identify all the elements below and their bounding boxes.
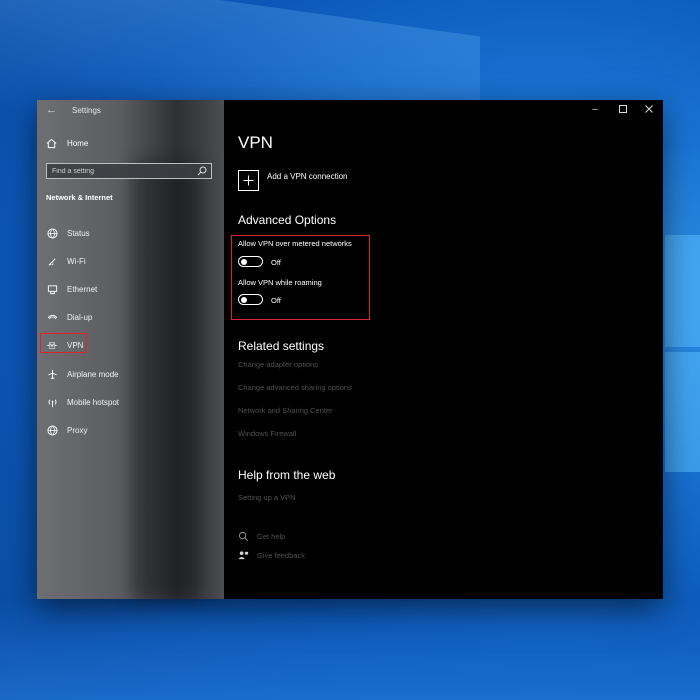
add-vpn-button[interactable] xyxy=(238,170,259,191)
sidebar-item-label: Wi-Fi xyxy=(67,256,86,266)
sidebar-item-label: Proxy xyxy=(67,425,88,435)
sidebar-item-status[interactable]: Status xyxy=(46,226,90,240)
chat-icon xyxy=(238,531,250,542)
back-arrow-icon[interactable]: ← xyxy=(46,104,57,116)
sidebar-item-mobile-hotspot[interactable]: Mobile hotspot xyxy=(46,395,119,409)
metered-option-label: Allow VPN over metered networks xyxy=(238,239,352,248)
sidebar-item-home[interactable]: Home xyxy=(46,138,88,149)
search-input[interactable] xyxy=(52,164,192,178)
link-network-sharing-center[interactable]: Network and Sharing Center xyxy=(238,406,333,415)
link-advanced-sharing-options[interactable]: Change advanced sharing options xyxy=(238,383,352,392)
help-web-heading: Help from the web xyxy=(238,468,336,482)
sidebar-item-label: Ethernet xyxy=(67,284,98,294)
metered-toggle-state: Off xyxy=(271,258,281,267)
app-title: Settings xyxy=(72,106,101,115)
sidebar-item-dialup[interactable]: Dial-up xyxy=(46,310,92,324)
sidebar-item-label: Mobile hotspot xyxy=(67,397,120,407)
get-help-label: Get help xyxy=(257,532,286,541)
add-vpn-label[interactable]: Add a VPN connection xyxy=(267,172,348,181)
metered-toggle[interactable] xyxy=(238,256,263,267)
related-settings-heading: Related settings xyxy=(238,339,325,353)
ethernet-icon xyxy=(46,283,58,295)
desktop-glow xyxy=(0,600,700,700)
settings-window: ← Settings Home Network & Internet Statu… xyxy=(37,100,663,599)
section-title: Network & Internet xyxy=(46,193,113,202)
sidebar: ← Settings Home Network & Internet Statu… xyxy=(37,100,224,599)
hotspot-icon xyxy=(46,396,58,408)
globe-icon xyxy=(46,227,58,239)
sidebar-item-proxy[interactable]: Proxy xyxy=(46,423,87,437)
sidebar-item-wifi[interactable]: Wi-Fi xyxy=(46,254,86,268)
windows-logo-pane-bottom xyxy=(665,352,700,472)
search-box[interactable] xyxy=(46,163,212,179)
roaming-option-label: Allow VPN while roaming xyxy=(238,278,322,287)
link-change-adapter-options[interactable]: Change adapter options xyxy=(238,360,318,369)
feedback-icon xyxy=(238,550,250,561)
sidebar-item-label: Status xyxy=(67,228,90,238)
search-icon[interactable] xyxy=(197,166,207,176)
dialup-icon xyxy=(46,311,58,323)
wifi-icon xyxy=(46,255,58,267)
page-title: VPN xyxy=(238,133,273,152)
roaming-toggle[interactable] xyxy=(238,294,263,305)
link-windows-firewall[interactable]: Windows Firewall xyxy=(238,429,296,438)
main-pane: VPN Add a VPN connection Advanced Option… xyxy=(224,100,663,599)
advanced-options-heading: Advanced Options xyxy=(238,213,337,227)
sidebar-item-vpn[interactable]: VPN xyxy=(46,338,83,352)
give-feedback-label: Give feedback xyxy=(257,551,305,560)
plus-icon xyxy=(243,175,254,186)
home-icon xyxy=(46,138,57,149)
sidebar-item-label: Home xyxy=(67,139,89,148)
vpn-icon xyxy=(46,339,58,351)
toggle-knob xyxy=(241,258,247,265)
sidebar-item-airplane-mode[interactable]: Airplane mode xyxy=(46,367,119,381)
toggle-knob xyxy=(241,296,247,303)
windows-logo-pane-top xyxy=(665,235,700,347)
sidebar-item-label: VPN xyxy=(67,340,84,350)
sidebar-item-label: Dial-up xyxy=(67,312,93,322)
sidebar-item-label: Airplane mode xyxy=(67,369,119,379)
get-help-link[interactable]: Get help xyxy=(238,531,285,542)
link-setting-up-vpn[interactable]: Setting up a VPN xyxy=(238,493,296,502)
sidebar-item-ethernet[interactable]: Ethernet xyxy=(46,282,97,296)
roaming-toggle-state: Off xyxy=(271,296,281,305)
globe-icon xyxy=(46,424,58,436)
give-feedback-link[interactable]: Give feedback xyxy=(238,550,305,561)
airplane-icon xyxy=(46,368,58,380)
